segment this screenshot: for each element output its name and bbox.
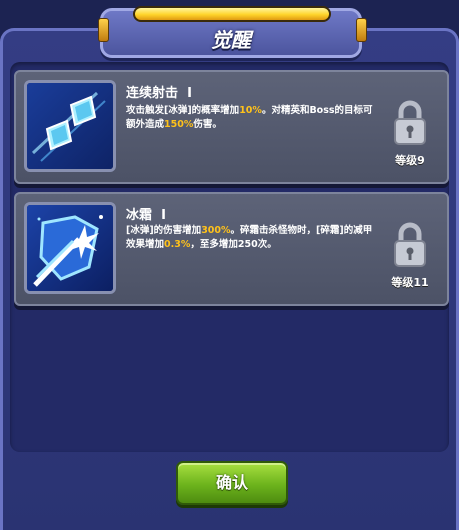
skill-card-continuous-shot: 连续射击 I 攻击触发[冰弹]的概率增加10%。对精英和Boss的目标可额外造成… (14, 70, 449, 184)
unlock-level-label: 等级9 (395, 154, 425, 167)
skill-lock: 等级11 (385, 222, 435, 290)
skill-description: 攻击触发[冰弹]的概率增加10%。对精英和Boss的目标可额外造成150%伤害。 (126, 105, 373, 130)
ice-crystal-shards-icon (24, 80, 116, 172)
unlock-level-label: 等级11 (391, 276, 429, 289)
skill-title: 冰霜 I (126, 208, 166, 223)
skill-card-frost: 冰霜 I [冰弹]的伤害增加300%。碎霜击杀怪物时，[碎霜]的减甲效果增加0.… (14, 192, 449, 306)
ice-shield-burst-icon (24, 202, 116, 294)
padlock-icon (394, 222, 426, 267)
confirm-button[interactable]: 确认 (176, 461, 288, 505)
padlock-icon (394, 100, 426, 145)
dialog-title: 觉醒 (211, 28, 251, 52)
skill-lock: 等级9 (385, 100, 435, 168)
skill-title: 连续射击 I (126, 86, 192, 101)
title-glow-bar (133, 6, 331, 22)
skill-description: [冰弹]的伤害增加300%。碎霜击杀怪物时，[碎霜]的减甲效果增加0.3%，至多… (126, 225, 373, 250)
